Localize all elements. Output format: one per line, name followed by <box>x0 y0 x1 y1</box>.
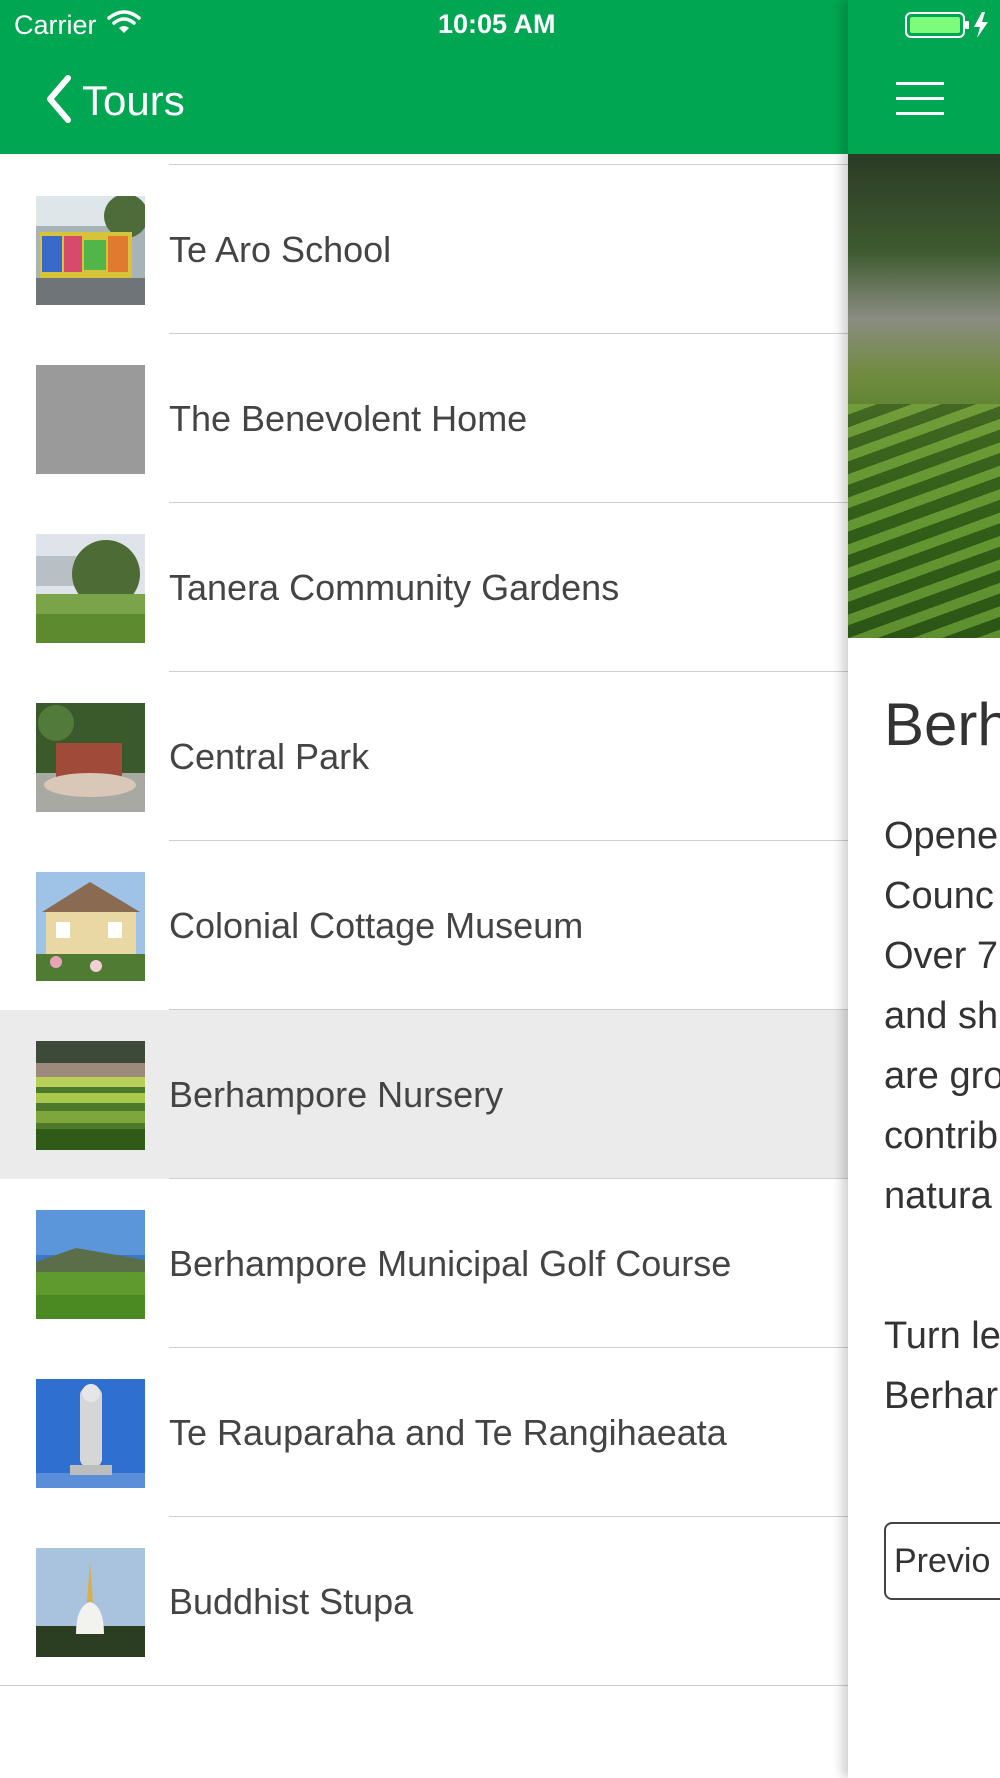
list-item[interactable]: The Benevolent Home <box>0 334 848 503</box>
thumbnail-image <box>36 703 145 812</box>
hero-image-rows <box>848 404 1000 638</box>
list-item[interactable]: Buddhist Stupa <box>0 1517 848 1686</box>
description-line: are gro <box>884 1055 1000 1097</box>
thumbnail-image <box>36 1041 145 1150</box>
battery-icon <box>904 10 994 45</box>
directions-line: Turn le <box>884 1315 1000 1357</box>
detail-title: Berh <box>884 691 1000 758</box>
description-line: Opene <box>884 815 999 857</box>
tour-title: The Benevolent Home <box>169 397 528 439</box>
thumbnail-image <box>36 534 145 643</box>
list-item[interactable]: Te Aro School <box>0 165 848 334</box>
tour-title: Tanera Community Gardens <box>169 566 620 608</box>
hero-image <box>848 154 1000 638</box>
thumbnail-image <box>36 1379 145 1488</box>
tour-title: Te Rauparaha and Te Rangihaeata <box>169 1411 727 1453</box>
hamburger-menu-icon[interactable] <box>896 82 944 116</box>
thumbnail-image <box>36 1210 145 1319</box>
wifi-icon <box>106 9 141 42</box>
list-item-selected[interactable]: Berhampore Nursery <box>0 1010 848 1179</box>
detail-description: Opene Counc Over 7 and sh are gro contri… <box>884 806 1000 1226</box>
directions-line: Berhar <box>884 1375 999 1417</box>
tour-title: Buddhist Stupa <box>169 1580 414 1622</box>
navigation-bar: Carrier 10:05 AM Tours <box>0 0 848 154</box>
description-line: and sh <box>884 995 999 1037</box>
detail-navigation-bar <box>848 0 1000 154</box>
tour-title: Berhampore Municipal Golf Course <box>169 1242 732 1284</box>
back-button-label: Tours <box>82 77 185 124</box>
thumbnail-image <box>36 1548 145 1657</box>
tour-title: Berhampore Nursery <box>169 1073 504 1115</box>
back-button[interactable]: Tours <box>44 70 185 132</box>
status-carrier: Carrier <box>14 9 141 42</box>
description-line: Counc <box>884 875 994 917</box>
description-line: natura <box>884 1175 992 1217</box>
tour-title: Te Aro School <box>169 228 392 270</box>
divider <box>0 1685 848 1686</box>
list-item[interactable]: Berhampore Municipal Golf Course <box>0 1179 848 1348</box>
list-item[interactable]: Tanera Community Gardens <box>0 503 848 672</box>
status-time: 10:05 AM <box>438 9 556 39</box>
thumbnail-image <box>36 194 148 305</box>
tour-title: Colonial Cottage Museum <box>169 904 584 946</box>
list-item[interactable]: Te Rauparaha and Te Rangihaeata <box>0 1348 848 1517</box>
description-line: Over 7 <box>884 935 999 977</box>
list-item[interactable]: Colonial Cottage Museum <box>0 841 848 1010</box>
carrier-label: Carrier <box>14 10 97 40</box>
previous-button[interactable]: Previo <box>884 1522 1000 1600</box>
thumbnail-image <box>36 872 145 981</box>
detail-panel: Berh Opene Counc Over 7 and sh are gro c… <box>848 0 1000 1778</box>
chevron-left-icon <box>44 74 74 129</box>
description-line: contrib <box>884 1115 999 1157</box>
thumbnail-image <box>36 365 145 474</box>
detail-directions: Turn le Berhar <box>884 1306 1000 1426</box>
list-item[interactable]: Central Park <box>0 672 848 841</box>
tour-title: Central Park <box>169 735 370 777</box>
